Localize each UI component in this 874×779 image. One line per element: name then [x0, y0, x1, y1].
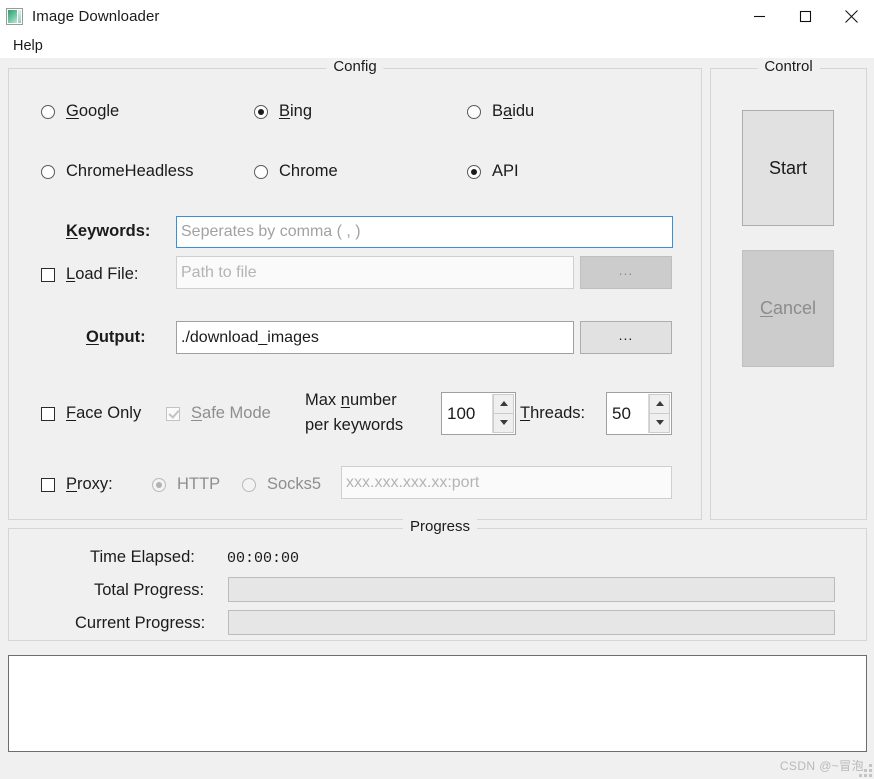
- radio-google[interactable]: Google: [41, 102, 119, 121]
- radio-proxy-http-label: HTTP: [177, 475, 221, 493]
- checkbox-face-only[interactable]: Face Only: [41, 404, 141, 423]
- resize-grip[interactable]: [858, 763, 872, 777]
- radio-chrome[interactable]: Chrome: [254, 162, 338, 181]
- maximize-icon: [799, 10, 812, 23]
- radio-circle-icon: [254, 164, 268, 179]
- radio-circle-icon: [254, 104, 268, 119]
- checkbox-load-file[interactable]: Load File:: [41, 265, 138, 284]
- proxy-address-input[interactable]: xxx.xxx.xxx.xx:port: [341, 466, 672, 499]
- radio-circle-icon: [467, 164, 481, 179]
- menu-bar: Help: [0, 33, 874, 58]
- max-number-label-line1: Max number: [305, 391, 397, 409]
- safe-mode-label: Safe Mode: [191, 404, 271, 422]
- checkbox-proxy[interactable]: Proxy:: [41, 475, 113, 494]
- radio-proxy-socks5-label: Socks5: [267, 475, 322, 493]
- radio-chromeheadless[interactable]: ChromeHeadless: [41, 162, 193, 181]
- radio-circle-icon: [41, 164, 55, 179]
- load-file-path-input[interactable]: Path to file: [176, 256, 574, 289]
- maximize-button[interactable]: [782, 0, 828, 33]
- chevron-up-icon: [655, 401, 664, 407]
- watermark: CSDN @~冒泡: [779, 759, 864, 773]
- radio-baidu[interactable]: Baidu: [467, 102, 534, 121]
- checkbox-safe-mode: Safe Mode: [166, 404, 271, 423]
- cancel-button-label: Cancel: [759, 298, 817, 318]
- chevron-down-icon: [655, 420, 664, 426]
- radio-bing[interactable]: Bing: [254, 102, 312, 121]
- radio-circle-icon: [152, 477, 166, 492]
- radio-bing-label: Bing: [279, 102, 313, 120]
- max-number-spinner[interactable]: 100: [441, 392, 516, 435]
- total-progress-label: Total Progress:: [94, 581, 205, 599]
- radio-google-label: Google: [66, 102, 120, 120]
- output-path-input[interactable]: ./download_images: [176, 321, 574, 354]
- threads-spin-buttons: [648, 394, 670, 433]
- client-area: Config Google Bing Baidu ChromeHeadless …: [0, 58, 874, 779]
- start-button[interactable]: Start: [742, 110, 834, 226]
- minimize-button[interactable]: [736, 0, 782, 33]
- radio-api[interactable]: API: [467, 162, 519, 181]
- output-browse-label: ...: [618, 327, 634, 343]
- radio-chrome-label: Chrome: [279, 162, 338, 180]
- spinner-up-button[interactable]: [493, 394, 514, 414]
- checkbox-icon: [41, 406, 55, 421]
- proxy-address-text: xxx.xxx.xxx.xx:port: [346, 473, 480, 491]
- window-title: Image Downloader: [32, 8, 160, 25]
- radio-baidu-label: Baidu: [492, 102, 535, 120]
- time-elapsed-label: Time Elapsed:: [90, 548, 195, 566]
- checkbox-icon: [41, 267, 55, 282]
- time-elapsed-value: 00:00:00: [227, 550, 300, 567]
- radio-circle-icon: [41, 104, 55, 119]
- title-bar: Image Downloader: [0, 0, 874, 33]
- radio-api-label: API: [492, 162, 519, 180]
- threads-label: Threads:: [520, 404, 586, 422]
- spinner-up-button[interactable]: [649, 394, 670, 414]
- menu-item-help[interactable]: Help: [8, 36, 48, 56]
- control-group-title: Control: [757, 58, 820, 75]
- minimize-icon: [753, 10, 766, 23]
- load-file-browse-label: ...: [618, 262, 634, 278]
- proxy-label: Proxy:: [66, 475, 113, 493]
- current-progress-bar: [228, 610, 835, 635]
- total-progress-bar: [228, 577, 835, 602]
- keywords-input-text: Seperates by comma ( , ): [181, 223, 361, 240]
- config-group-title: Config: [326, 58, 384, 75]
- radio-chromeheadless-label: ChromeHeadless: [66, 162, 194, 180]
- log-output[interactable]: [8, 655, 867, 752]
- face-only-label: Face Only: [66, 404, 142, 422]
- cancel-button[interactable]: Cancel: [742, 250, 834, 367]
- close-button[interactable]: [828, 0, 874, 33]
- load-file-label: Load File:: [66, 265, 139, 283]
- checkbox-icon: [41, 477, 55, 492]
- load-file-path-text: Path to file: [181, 263, 257, 281]
- threads-value: 50: [612, 403, 631, 423]
- output-label: Output:: [86, 328, 146, 346]
- spinner-down-button[interactable]: [493, 413, 514, 433]
- max-number-spin-buttons: [492, 394, 514, 433]
- radio-circle-icon: [242, 477, 256, 492]
- radio-circle-icon: [467, 104, 481, 119]
- max-number-value: 100: [447, 403, 476, 423]
- close-icon: [844, 9, 859, 24]
- output-browse-button[interactable]: ...: [580, 321, 672, 354]
- output-path-text: ./download_images: [181, 328, 319, 346]
- load-file-browse-button[interactable]: ...: [580, 256, 672, 289]
- spinner-down-button[interactable]: [649, 413, 670, 433]
- max-number-label-line2: per keywords: [305, 416, 404, 434]
- window-controls: [736, 0, 874, 33]
- radio-proxy-http: HTTP: [152, 475, 220, 494]
- chevron-down-icon: [499, 420, 508, 426]
- keywords-label: Keywords:: [66, 222, 151, 240]
- image-icon: [6, 8, 23, 25]
- keywords-input[interactable]: Seperates by comma ( , ): [176, 216, 673, 248]
- progress-group-title: Progress: [402, 518, 478, 535]
- checkbox-icon: [166, 406, 180, 421]
- chevron-up-icon: [499, 401, 508, 407]
- current-progress-label: Current Progress:: [75, 614, 206, 632]
- threads-spinner[interactable]: 50: [606, 392, 672, 435]
- start-button-label: Start: [768, 157, 807, 178]
- radio-proxy-socks5: Socks5: [242, 475, 321, 494]
- config-group: Config: [8, 58, 702, 520]
